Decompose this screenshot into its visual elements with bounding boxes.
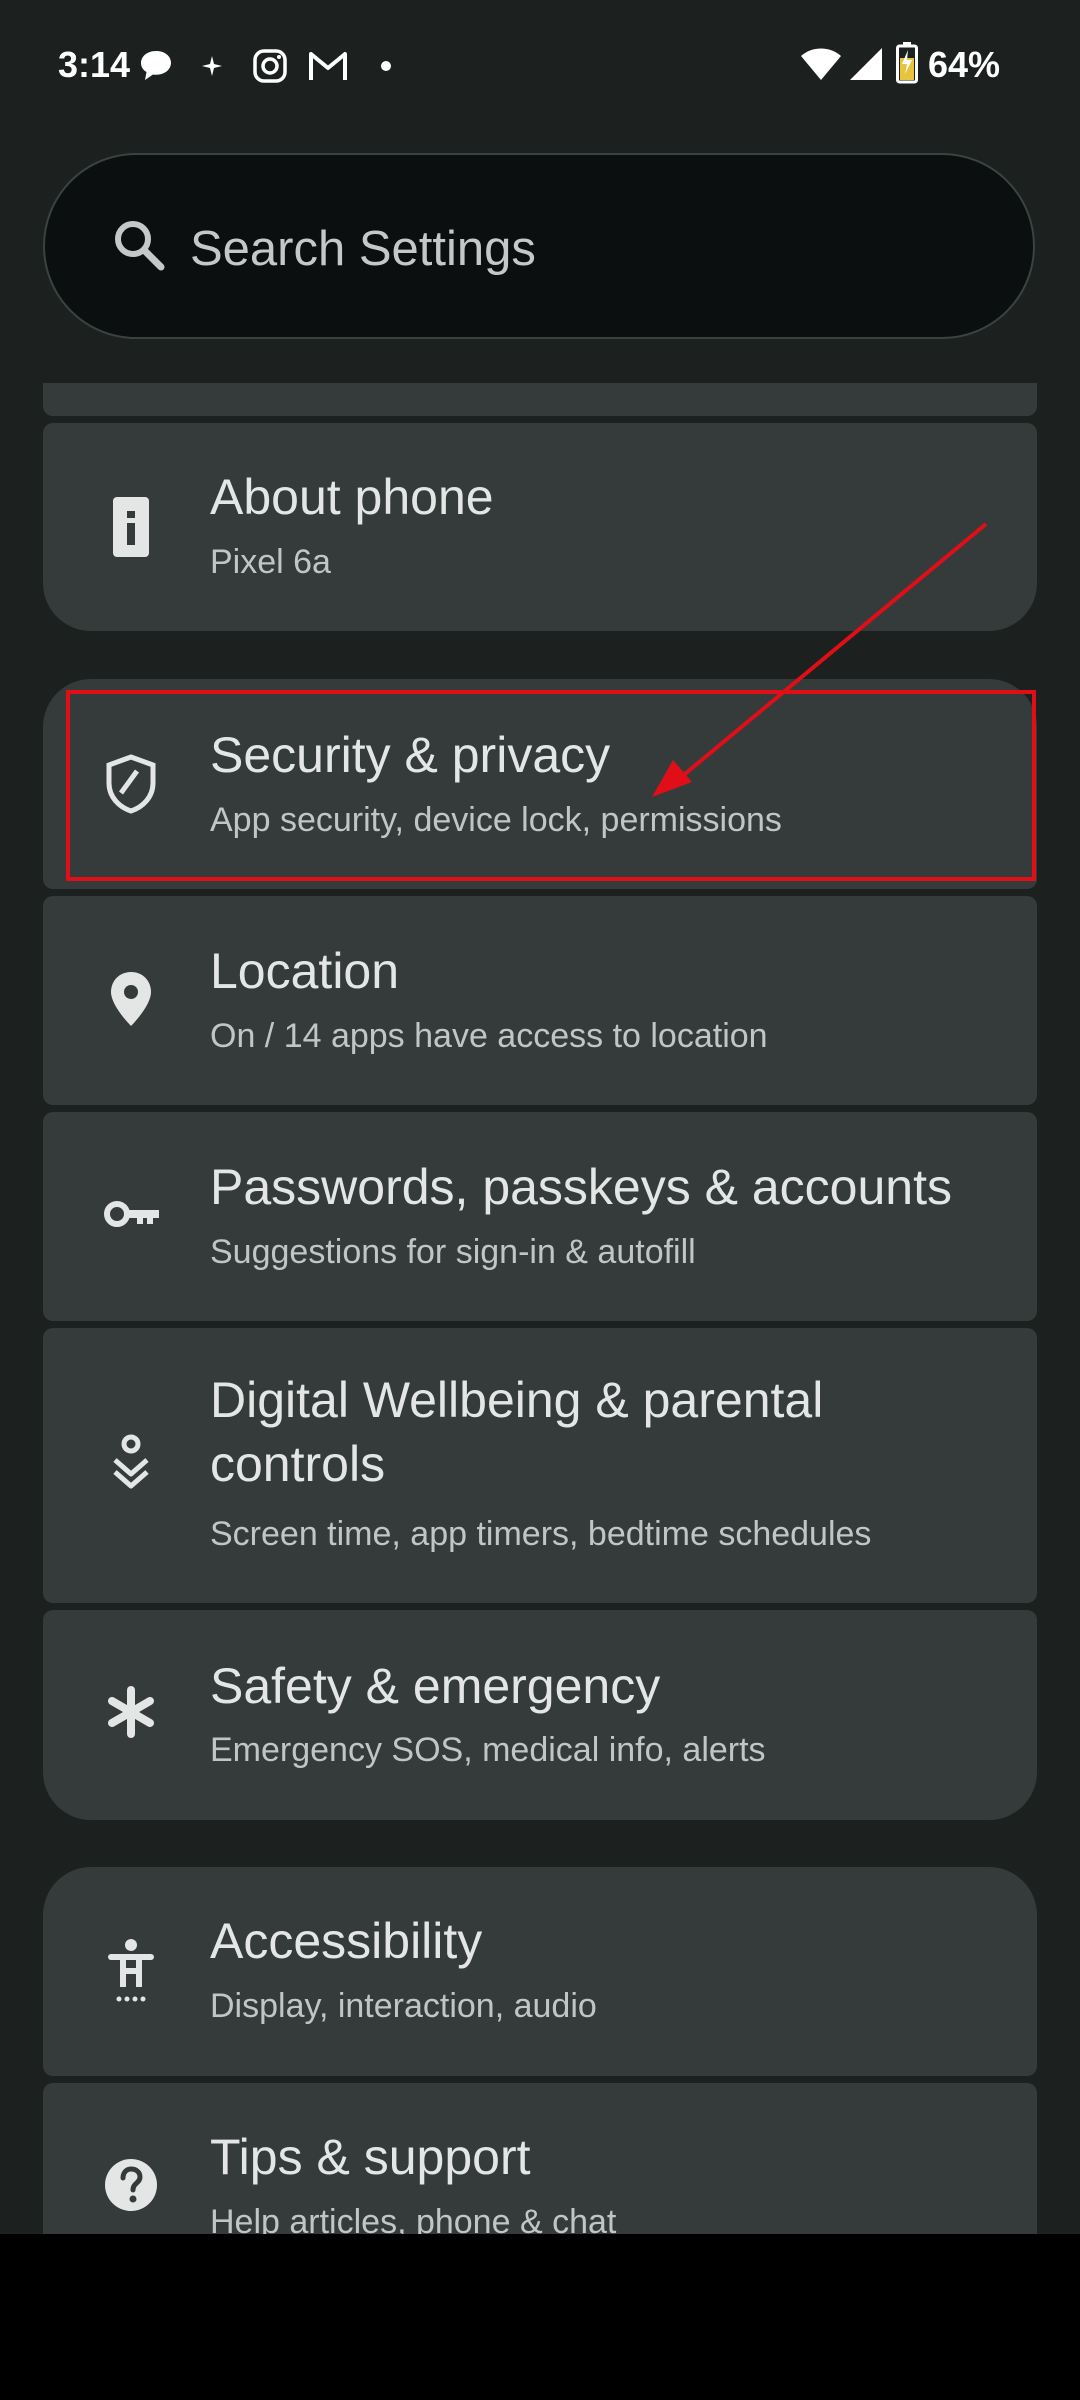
item-title: About phone <box>210 469 494 525</box>
item-title: Tips & support <box>210 2129 531 2185</box>
settings-item-about-phone[interactable]: About phone Pixel 6a <box>43 423 1037 631</box>
battery-icon <box>896 42 918 84</box>
settings-item-location[interactable]: Location On / 14 apps have access to loc… <box>43 896 1037 1105</box>
sparkle-icon <box>202 56 222 76</box>
settings-item-passwords-accounts[interactable]: Passwords, passkeys & accounts Suggestio… <box>43 1112 1037 1321</box>
instagram-icon <box>253 49 287 83</box>
settings-item-accessibility[interactable]: Accessibility Display, interaction, audi… <box>43 1867 1037 2076</box>
asterisk-icon <box>108 1686 154 1738</box>
gmail-icon <box>309 52 347 80</box>
item-subtitle: Emergency SOS, medical info, alerts <box>210 1731 766 1769</box>
signal-icon <box>850 48 882 80</box>
item-subtitle: App security, device lock, permissions <box>210 801 782 839</box>
item-subtitle: Display, interaction, audio <box>210 1987 597 2025</box>
location-pin-icon <box>111 972 151 1026</box>
search-placeholder: Search Settings <box>190 222 536 276</box>
accessibility-icon <box>108 1939 154 2002</box>
dot-icon <box>381 61 391 71</box>
wellbeing-icon <box>113 1434 149 1489</box>
search-icon <box>115 221 165 271</box>
settings-item-digital-wellbeing[interactable]: Digital Wellbeing & parental controls Sc… <box>43 1328 1037 1603</box>
chat-bubble-icon <box>141 51 171 80</box>
settings-item-safety-emergency[interactable]: Safety & emergency Emergency SOS, medica… <box>43 1610 1037 1820</box>
wifi-icon <box>801 48 841 80</box>
item-title: Accessibility <box>210 1913 483 1969</box>
search-bar[interactable]: Search Settings <box>43 153 1035 339</box>
help-icon <box>105 2159 157 2211</box>
item-subtitle: On / 14 apps have access to location <box>210 1017 768 1055</box>
item-title: Safety & emergency <box>210 1658 661 1714</box>
item-subtitle: Screen time, app timers, bedtime schedul… <box>210 1515 872 1553</box>
item-title: Security & privacy <box>210 727 611 783</box>
item-subtitle: Help articles, phone & chat <box>210 2203 617 2234</box>
settings-item-security-privacy[interactable]: Security & privacy App security, device … <box>43 679 1037 889</box>
shield-icon <box>106 754 156 814</box>
settings-item-tips-support[interactable]: Tips & support Help articles, phone & ch… <box>43 2083 1037 2234</box>
status-bar: 3:14 64% <box>0 0 1080 130</box>
settings-screen: 3:14 64% Search Settings About phone Pix… <box>0 0 1080 2234</box>
item-title: Passwords, passkeys & accounts <box>210 1159 952 1215</box>
info-icon <box>113 497 149 557</box>
item-subtitle: Pixel 6a <box>210 543 331 581</box>
key-icon <box>104 1201 159 1227</box>
item-subtitle: Suggestions for sign-in & autofill <box>210 1233 696 1271</box>
battery-percentage: 64% <box>928 44 1001 85</box>
navigation-bar <box>0 2234 1080 2400</box>
status-time: 3:14 <box>58 44 131 85</box>
item-title: Location <box>210 943 400 999</box>
settings-item-partial <box>43 383 1037 416</box>
item-title: Digital Wellbeing & parental controls <box>210 1372 824 1492</box>
